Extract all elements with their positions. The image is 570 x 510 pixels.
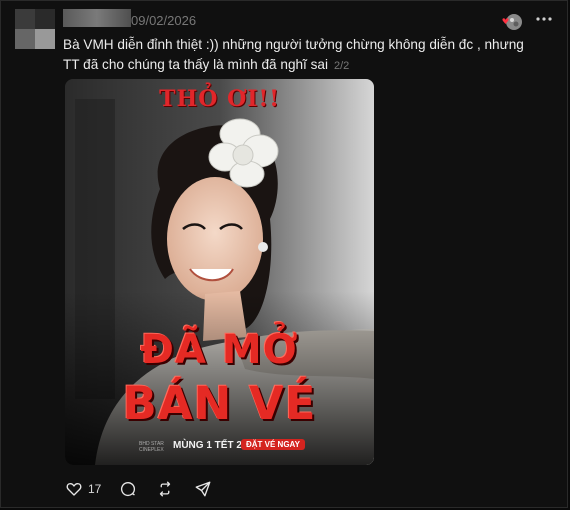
like-button[interactable]: 17 — [65, 479, 101, 499]
repost-button[interactable] — [156, 479, 174, 499]
poster-cta-badge: ĐẶT VÉ NGAY — [241, 439, 305, 450]
comment-icon — [119, 480, 137, 498]
send-icon — [194, 480, 212, 498]
poster-headline-line1: ĐÃ MỞ — [140, 327, 299, 373]
repost-icon — [156, 480, 174, 498]
like-count: 17 — [88, 482, 102, 496]
avatar-pixel — [15, 29, 35, 49]
post-text: Bà VMH diễn đỉnh thiệt :)) những người t… — [63, 35, 533, 76]
more-horizontal-icon[interactable] — [534, 9, 554, 29]
page-indicator: 2/2 — [334, 60, 350, 72]
share-button[interactable] — [194, 479, 212, 499]
poster-tagline: THỎ ƠI!! — [159, 86, 280, 112]
movie-poster-image[interactable]: THỎ ƠI!! ĐÃ MỞ BÁN VÉ BHD STAR CINEPLEX … — [65, 79, 374, 465]
heart-outline-icon — [65, 480, 83, 498]
heart-reaction-icon[interactable] — [499, 12, 523, 32]
username-blurred[interactable] — [63, 9, 131, 27]
avatar-pixel — [35, 29, 55, 49]
post-date: 09/02/2026 — [131, 13, 197, 28]
avatar-pixel — [35, 9, 55, 29]
post-card: 09/02/2026 Bà VMH diễn đỉnh thiệt :)) nh… — [0, 0, 568, 508]
poster-footer: BHD STAR CINEPLEX MÙNG 1 TẾT 2026 ĐẶT VÉ… — [65, 439, 374, 455]
comment-button[interactable] — [119, 479, 137, 499]
avatar[interactable] — [15, 9, 55, 49]
poster-studio: BHD STAR CINEPLEX — [139, 441, 164, 453]
avatar-pixel — [15, 9, 35, 29]
post-body: Bà VMH diễn đỉnh thiệt :)) những người t… — [63, 37, 524, 72]
poster-headline-line2: BÁN VÉ — [122, 377, 317, 430]
